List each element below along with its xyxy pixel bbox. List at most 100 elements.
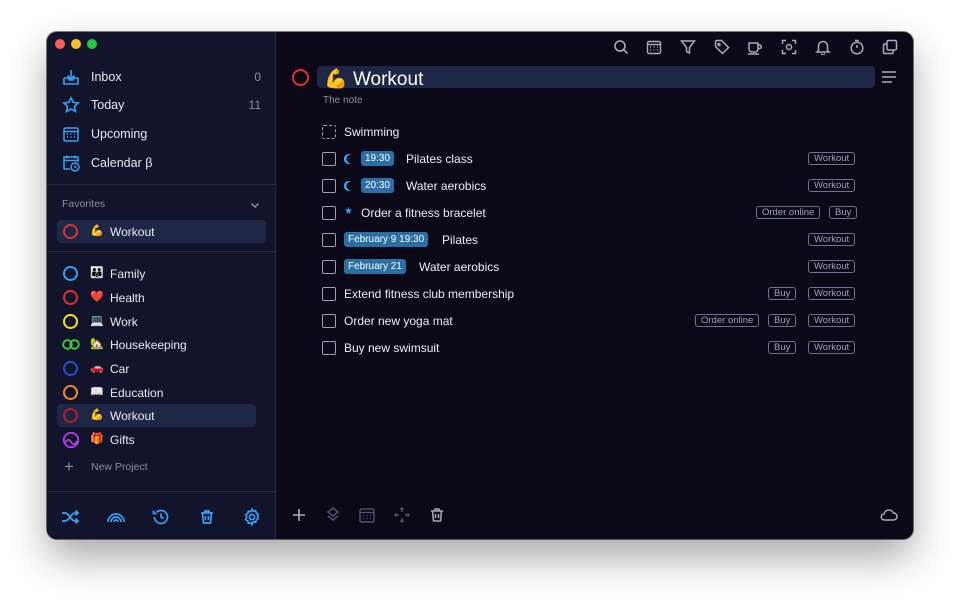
add-icon[interactable]	[290, 506, 308, 524]
task-title: Order new yoga mat	[344, 314, 453, 328]
focus-icon[interactable]	[781, 39, 797, 55]
page-title[interactable]: 💪 Workout	[324, 67, 423, 91]
time-badge[interactable]: 20:30	[361, 178, 395, 193]
shuffle-icon[interactable]	[60, 507, 80, 527]
task-row[interactable]: Extend fitness club membership Buy Worko…	[322, 284, 867, 304]
tag-workout[interactable]: Workout	[808, 341, 856, 354]
task-checkbox[interactable]	[322, 260, 336, 274]
project-label: Work	[110, 315, 138, 329]
task-checkbox[interactable]	[322, 287, 336, 301]
calendar-icon[interactable]	[358, 506, 376, 524]
coffee-icon[interactable]	[747, 39, 763, 55]
tag-buy[interactable]: Buy	[768, 287, 797, 300]
move-icon[interactable]	[393, 506, 411, 524]
gift-emoji-icon: 🎁	[90, 433, 104, 445]
task-row[interactable]: Order new yoga mat Order online Buy Work…	[322, 311, 867, 331]
project-ring-icon	[63, 361, 78, 376]
cloud-icon[interactable]	[879, 506, 899, 524]
house-emoji-icon: 🏡	[90, 338, 104, 350]
bell-icon[interactable]	[815, 39, 831, 55]
date-badge[interactable]: February 21	[344, 259, 406, 274]
date-badge[interactable]: February 9 19:30	[344, 232, 429, 247]
task-row[interactable]: February 21 Water aerobics Workout	[322, 257, 867, 277]
favorites-heading: Favorites	[62, 198, 106, 210]
settings-icon[interactable]	[242, 507, 262, 527]
project-complete-toggle[interactable]	[292, 69, 309, 86]
timer-icon[interactable]	[849, 39, 865, 55]
page-title-text: Workout	[352, 69, 424, 90]
project-item-work[interactable]: 💻 Work	[57, 310, 256, 333]
task-title: Pilates class	[406, 152, 473, 166]
tag-workout[interactable]: Workout	[808, 233, 856, 246]
task-row[interactable]: February 9 19:30 Pilates Workout	[322, 230, 867, 250]
task-checkbox[interactable]	[322, 152, 336, 166]
app-window: Inbox 0 Today 11 Upcoming Calendar β Fav…	[47, 32, 913, 539]
project-label: Housekeeping	[110, 338, 187, 352]
history-icon[interactable]	[151, 507, 171, 527]
tag-workout[interactable]: Workout	[808, 152, 856, 165]
project-item-workout[interactable]: 💪 Workout	[57, 404, 256, 427]
task-checkbox[interactable]	[322, 206, 336, 220]
project-ring-icon	[63, 266, 78, 281]
tag-buy[interactable]: Buy	[829, 206, 858, 219]
project-item-housekeeping[interactable]: 🏡 Housekeeping	[57, 333, 256, 356]
sidebar-item-label: Calendar β	[91, 156, 153, 170]
close-window-button[interactable]	[55, 39, 65, 49]
task-row[interactable]: 20:30 Water aerobics Workout	[322, 176, 867, 196]
calendar-icon[interactable]	[646, 39, 662, 55]
task-checkbox[interactable]	[322, 179, 336, 193]
project-item-health[interactable]: ❤️ Health	[57, 286, 256, 309]
project-ring-icon	[63, 224, 78, 239]
task-checkbox[interactable]	[322, 314, 336, 328]
task-checkbox[interactable]	[322, 125, 336, 139]
project-ring-icon	[63, 385, 78, 400]
tag-workout[interactable]: Workout	[808, 260, 856, 273]
star-icon: ★	[344, 206, 353, 217]
project-item-family[interactable]: 👪 Family	[57, 262, 256, 285]
project-item-car[interactable]: 🚗 Car	[57, 357, 256, 380]
task-row[interactable]: Swimming	[322, 122, 867, 142]
chevron-down-icon[interactable]	[248, 198, 262, 212]
laptop-emoji-icon: 💻	[90, 315, 104, 327]
tag-workout[interactable]: Workout	[808, 314, 856, 327]
time-badge[interactable]: 19:30	[361, 151, 395, 166]
task-checkbox[interactable]	[322, 341, 336, 355]
sidebar-item-upcoming[interactable]: Upcoming	[47, 121, 276, 147]
search-icon[interactable]	[613, 39, 629, 55]
trash-icon[interactable]	[428, 506, 446, 524]
car-emoji-icon: 🚗	[90, 362, 104, 374]
tag-buy[interactable]: Buy	[768, 314, 797, 327]
rainbow-icon[interactable]	[106, 507, 126, 527]
menu-icon[interactable]	[881, 70, 897, 84]
filter-icon[interactable]	[680, 39, 696, 55]
sidebar-item-inbox[interactable]: Inbox 0	[47, 64, 276, 90]
task-row[interactable]: ★ Order a fitness bracelet Order online …	[322, 203, 867, 223]
zoom-window-button[interactable]	[87, 39, 97, 49]
tag-order-online[interactable]: Order online	[695, 314, 760, 327]
project-note[interactable]: The note	[323, 95, 362, 106]
layers-icon[interactable]	[324, 506, 342, 524]
tag-order-online[interactable]: Order online	[756, 206, 821, 219]
moon-icon	[344, 154, 351, 164]
task-row[interactable]: Buy new swimsuit Buy Workout	[322, 338, 867, 358]
muscle-emoji-icon: 💪	[324, 69, 348, 90]
inbox-icon	[63, 70, 79, 85]
favorite-item-workout[interactable]: 💪 Workout	[57, 220, 266, 243]
tag-workout[interactable]: Workout	[808, 287, 856, 300]
project-item-gifts[interactable]: 🎁 Gifts	[57, 428, 256, 451]
task-title: Order a fitness bracelet	[361, 206, 486, 220]
project-item-education[interactable]: 📖 Education	[57, 381, 256, 404]
project-label: Gifts	[110, 433, 135, 447]
tag-icon[interactable]	[714, 39, 730, 55]
task-row[interactable]: 19:30 Pilates class Workout	[322, 149, 867, 169]
project-label: Family	[110, 267, 146, 281]
tag-buy[interactable]: Buy	[768, 341, 797, 354]
sidebar-item-today[interactable]: Today 11	[47, 92, 276, 118]
copy-icon[interactable]	[882, 39, 898, 55]
sidebar-item-calendar[interactable]: Calendar β	[47, 150, 276, 176]
minimize-window-button[interactable]	[71, 39, 81, 49]
task-checkbox[interactable]	[322, 233, 336, 247]
trash-icon[interactable]	[197, 507, 217, 527]
tag-workout[interactable]: Workout	[808, 179, 856, 192]
book-emoji-icon: 📖	[90, 386, 104, 398]
